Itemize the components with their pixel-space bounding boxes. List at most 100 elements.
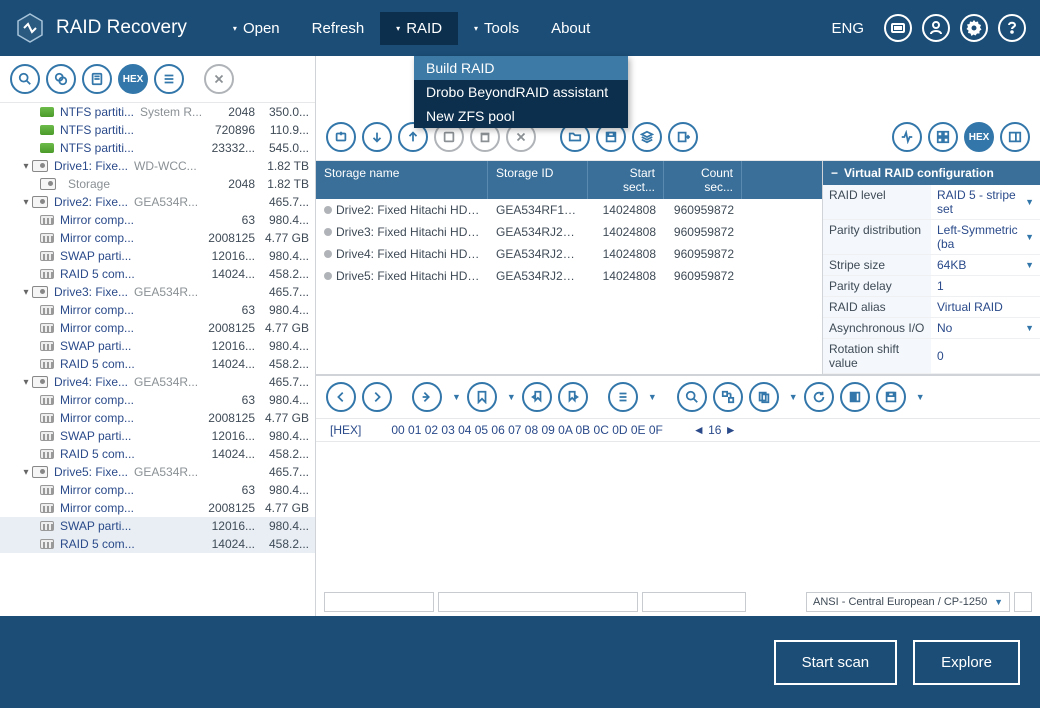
raid-alias-field[interactable]: Virtual RAID <box>931 297 1040 317</box>
menu-tools[interactable]: ▾Tools <box>458 12 535 45</box>
storage-tree[interactable]: NTFS partiti...System R...2048350.0... N… <box>0 103 315 616</box>
hex-column-nav[interactable]: ◄ 16 ► <box>693 423 737 437</box>
prev-bookmark-icon[interactable] <box>522 382 552 412</box>
tree-row[interactable]: Mirror comp...63980.4... <box>0 211 315 229</box>
tree-row-selected[interactable]: RAID 5 com...14024...458.2... <box>0 535 315 553</box>
tree-row[interactable]: SWAP parti...12016...980.4... <box>0 247 315 265</box>
move-down-icon[interactable] <box>362 122 392 152</box>
tree-row[interactable]: Mirror comp...20081254.77 GB <box>0 319 315 337</box>
tree-row[interactable]: Mirror comp...63980.4... <box>0 301 315 319</box>
parity-delay-field[interactable]: 1 <box>931 276 1040 296</box>
tree-drive[interactable]: ▾Drive1: Fixe...WD-WCC...1.82 TB <box>0 157 315 175</box>
raid-config-header[interactable]: −Virtual RAID configuration <box>823 161 1040 185</box>
scan-data-icon[interactable] <box>46 64 76 94</box>
goto-icon[interactable] <box>412 382 442 412</box>
tree-row[interactable]: NTFS partiti...720896110.9... <box>0 121 315 139</box>
col-storage-name[interactable]: Storage name <box>316 161 488 199</box>
tree-drive[interactable]: ▾Drive4: Fixe...GEA534R...465.7... <box>0 373 315 391</box>
columns-icon[interactable] <box>840 382 870 412</box>
dropdown-drobo[interactable]: Drobo BeyondRAID assistant <box>414 80 628 104</box>
refresh-hex-icon[interactable] <box>804 382 834 412</box>
tree-row[interactable]: Mirror comp...63980.4... <box>0 481 315 499</box>
tree-row[interactable]: RAID 5 com...14024...458.2... <box>0 265 315 283</box>
table-row[interactable]: Drive3: Fixed Hitachi HDP7250...GEA534RJ… <box>316 221 822 243</box>
list-view-icon[interactable] <box>154 64 184 94</box>
menu-open[interactable]: ▾Open <box>217 12 296 45</box>
dropdown-arrow-icon[interactable]: ▼ <box>648 392 657 402</box>
tree-row[interactable]: Storage20481.82 TB <box>0 175 315 193</box>
dropdown-arrow-icon[interactable]: ▼ <box>789 392 798 402</box>
rotation-shift-field[interactable]: 0 <box>931 339 1040 373</box>
hex-body[interactable] <box>316 442 1040 588</box>
col-start-sector[interactable]: Start sect... <box>588 161 664 199</box>
structure-icon[interactable] <box>713 382 743 412</box>
hex-mode-icon[interactable]: HEX <box>118 64 148 94</box>
bookmark-icon[interactable] <box>467 382 497 412</box>
search-icon[interactable] <box>10 64 40 94</box>
hex-viewer: ▼ ▼ ▼ ▼ ▼ [HEX] 00 01 02 03 04 05 06 07 … <box>316 375 1040 616</box>
list-icon[interactable] <box>608 382 638 412</box>
main-menu: ▾Open Refresh ▾RAID ▾Tools About <box>217 12 606 45</box>
encoding-select[interactable]: ANSI - Central European / CP-1250▼ <box>806 592 1010 612</box>
menu-refresh[interactable]: Refresh <box>296 12 381 45</box>
table-row[interactable]: Drive5: Fixed Hitachi HDP7250...GEA534RJ… <box>316 265 822 287</box>
language-selector[interactable]: ENG <box>831 20 864 37</box>
dropdown-arrow-icon[interactable]: ▼ <box>452 392 461 402</box>
user-icon[interactable] <box>922 14 950 42</box>
grid-icon[interactable] <box>928 122 958 152</box>
info-icon[interactable] <box>82 64 112 94</box>
app-title: RAID Recovery <box>56 17 187 39</box>
tree-row[interactable]: RAID 5 com...14024...458.2... <box>0 355 315 373</box>
parity-dist-select[interactable]: Left-Symmetric (ba▼ <box>931 220 1040 254</box>
tree-row[interactable]: Mirror comp...63980.4... <box>0 391 315 409</box>
status-field[interactable] <box>1014 592 1032 612</box>
tree-row[interactable]: Mirror comp...20081254.77 GB <box>0 229 315 247</box>
explore-button[interactable]: Explore <box>913 640 1020 685</box>
panel-icon[interactable] <box>1000 122 1030 152</box>
raid-level-select[interactable]: RAID 5 - stripe set▼ <box>931 185 1040 219</box>
tree-drive[interactable]: ▾Drive3: Fixe...GEA534R...465.7... <box>0 283 315 301</box>
export-icon[interactable] <box>668 122 698 152</box>
activity-icon[interactable] <box>892 122 922 152</box>
tree-drive[interactable]: ▾Drive2: Fixe...GEA534R...465.7... <box>0 193 315 211</box>
async-io-select[interactable]: No▼ <box>931 318 1040 338</box>
table-row[interactable]: Drive2: Fixed Hitachi HDP7250...GEA534RF… <box>316 199 822 221</box>
status-field[interactable] <box>642 592 746 612</box>
menu-raid[interactable]: ▾RAID <box>380 12 458 45</box>
dropdown-arrow-icon[interactable]: ▼ <box>916 392 925 402</box>
nav-back-icon[interactable] <box>326 382 356 412</box>
help-icon[interactable] <box>998 14 1026 42</box>
search-hex-icon[interactable] <box>677 382 707 412</box>
dropdown-zfs[interactable]: New ZFS pool <box>414 104 628 128</box>
raid-dropdown: Build RAID Drobo BeyondRAID assistant Ne… <box>414 56 628 128</box>
table-row[interactable]: Drive4: Fixed Hitachi HDP7250...GEA534RJ… <box>316 243 822 265</box>
settings-icon[interactable] <box>960 14 988 42</box>
tree-row[interactable]: NTFS partiti...System R...2048350.0... <box>0 103 315 121</box>
next-bookmark-icon[interactable] <box>558 382 588 412</box>
hex-view-icon[interactable]: HEX <box>964 122 994 152</box>
stripe-size-select[interactable]: 64KB▼ <box>931 255 1040 275</box>
tree-row[interactable]: Mirror comp...20081254.77 GB <box>0 409 315 427</box>
tree-row[interactable]: Mirror comp...20081254.77 GB <box>0 499 315 517</box>
toggle-panel-icon[interactable] <box>884 14 912 42</box>
tree-row[interactable]: SWAP parti...12016...980.4... <box>0 517 315 535</box>
status-field[interactable] <box>324 592 434 612</box>
menu-about[interactable]: About <box>535 12 606 45</box>
dropdown-build-raid[interactable]: Build RAID <box>414 56 628 80</box>
start-scan-button[interactable]: Start scan <box>774 640 898 685</box>
tree-row[interactable]: NTFS partiti...23332...545.0... <box>0 139 315 157</box>
layers-icon[interactable] <box>632 122 662 152</box>
dropdown-arrow-icon[interactable]: ▼ <box>507 392 516 402</box>
col-storage-id[interactable]: Storage ID <box>488 161 588 199</box>
tree-row[interactable]: SWAP parti...12016...980.4... <box>0 427 315 445</box>
nav-forward-icon[interactable] <box>362 382 392 412</box>
status-field[interactable] <box>438 592 638 612</box>
copy-icon[interactable] <box>749 382 779 412</box>
col-count-sector[interactable]: Count sec... <box>664 161 742 199</box>
tree-drive[interactable]: ▾Drive5: Fixe...GEA534R...465.7... <box>0 463 315 481</box>
tree-row[interactable]: SWAP parti...12016...980.4... <box>0 337 315 355</box>
add-device-icon[interactable] <box>326 122 356 152</box>
tree-row[interactable]: RAID 5 com...14024...458.2... <box>0 445 315 463</box>
close-icon[interactable] <box>204 64 234 94</box>
save-hex-icon[interactable] <box>876 382 906 412</box>
